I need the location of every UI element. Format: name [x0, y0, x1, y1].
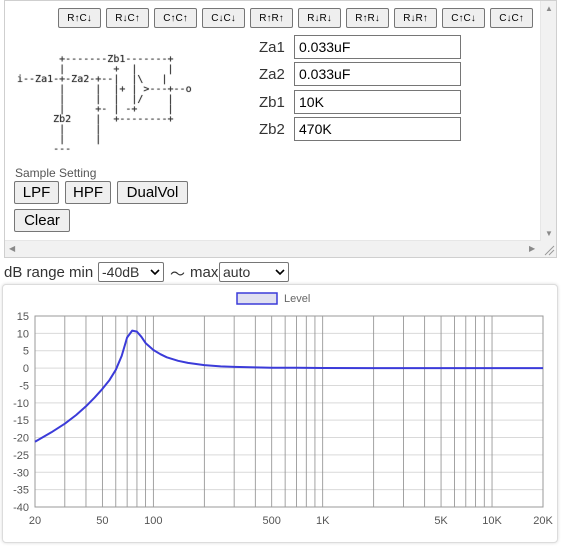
adjust-button-7[interactable]: R↑R↓: [346, 8, 389, 28]
y-tick-label: 15: [17, 311, 29, 323]
adjust-button-8[interactable]: R↓R↑: [394, 8, 437, 28]
scroll-left-arrow-icon[interactable]: ◀: [9, 245, 15, 253]
legend-swatch: [236, 292, 278, 305]
y-tick-label: 0: [23, 363, 29, 375]
dualvol-button[interactable]: DualVol: [117, 181, 188, 204]
db-range-min-label: dB range min: [4, 264, 94, 281]
frequency-response-chart: 15 10 5 0 -5 -10 -15 -20 -25 -30 -35 -40 20 50 100 500 1…: [2, 284, 558, 543]
adjust-button-3[interactable]: C↑C↑: [154, 8, 197, 28]
range-tilde: 〜: [170, 266, 186, 283]
y-tick-label: 10: [17, 328, 29, 340]
hpf-button[interactable]: HPF: [65, 181, 111, 204]
db-max-value: auto: [223, 264, 251, 280]
field-input-zb1[interactable]: [294, 90, 461, 114]
adjust-button-5[interactable]: R↑R↑: [250, 8, 293, 28]
filter-settings-panel: R↑C↓ R↓C↑ C↑C↑ C↓C↓ R↑R↑ R↓R↓ R↑R↓ R↓R↑ C↑C↓ C↓C↑…: [4, 0, 557, 258]
adjust-button-6[interactable]: R↓R↓: [298, 8, 341, 28]
chevron-down-icon: [275, 269, 285, 276]
field-input-za1[interactable]: [294, 35, 461, 59]
filter-circuit-diagram: +-------Zb1-------+ | + | | i--Za1-+-Za2…: [17, 54, 192, 155]
legend-label: Level: [284, 293, 310, 305]
chart-svg: 151050-5-10-15-20-25-30-35-4020 50 100 500 1…: [13, 292, 553, 527]
chevron-down-icon: [150, 269, 160, 276]
x-tick-label: 100: [144, 515, 162, 527]
resize-grip-icon[interactable]: [540, 241, 556, 257]
clear-button[interactable]: Clear: [14, 209, 70, 232]
x-tick-label: 500: [263, 515, 281, 527]
series-line-level: [34, 329, 543, 443]
adjust-button-1[interactable]: R↑C↓: [58, 8, 101, 28]
x-tick-label: 10K: [482, 515, 502, 527]
scroll-right-arrow-icon[interactable]: ▶: [529, 245, 535, 253]
lpf-button[interactable]: LPF: [14, 181, 59, 204]
horizontal-scrollbar[interactable]: ◀ ▶: [5, 240, 541, 257]
field-label-za1: Za1: [259, 39, 285, 56]
vertical-scrollbar[interactable]: ▲ ▼: [540, 1, 556, 242]
db-max-select[interactable]: auto: [219, 262, 289, 282]
y-tick-label: -20: [13, 433, 29, 445]
y-tick-label: -25: [13, 450, 29, 462]
adjust-button-9[interactable]: C↑C↓: [442, 8, 485, 28]
y-tick-label: -40: [13, 502, 29, 514]
db-min-select[interactable]: -40dB: [98, 262, 164, 282]
y-tick-label: -35: [13, 485, 29, 497]
y-tick-label: -5: [19, 380, 29, 392]
adjust-button-2[interactable]: R↓C↑: [106, 8, 149, 28]
plot-area-frame: [34, 315, 544, 508]
field-label-za2: Za2: [259, 66, 285, 83]
db-min-value: -40dB: [102, 264, 140, 280]
field-label-zb1: Zb1: [259, 94, 285, 111]
y-tick-label: -15: [13, 415, 29, 427]
scroll-down-arrow-icon[interactable]: ▼: [545, 230, 553, 238]
x-tick-label: 1K: [316, 515, 330, 527]
field-label-zb2: Zb2: [259, 121, 285, 138]
adjust-button-10[interactable]: C↓C↑: [490, 8, 533, 28]
field-input-za2[interactable]: [294, 62, 461, 86]
scroll-up-arrow-icon[interactable]: ▲: [545, 5, 553, 13]
x-tick-label: 20: [29, 515, 41, 527]
y-tick-label: -30: [13, 467, 29, 479]
y-tick-label: -10: [13, 398, 29, 410]
sample-setting-label: Sample Setting: [15, 166, 97, 180]
x-tick-label: 20K: [533, 515, 553, 527]
db-range-max-label: max: [190, 264, 219, 281]
field-input-zb2[interactable]: [294, 117, 461, 141]
x-tick-label: 5K: [434, 515, 448, 527]
adjust-button-4[interactable]: C↓C↓: [202, 8, 245, 28]
x-tick-label: 50: [96, 515, 108, 527]
y-tick-label: 5: [23, 346, 29, 358]
